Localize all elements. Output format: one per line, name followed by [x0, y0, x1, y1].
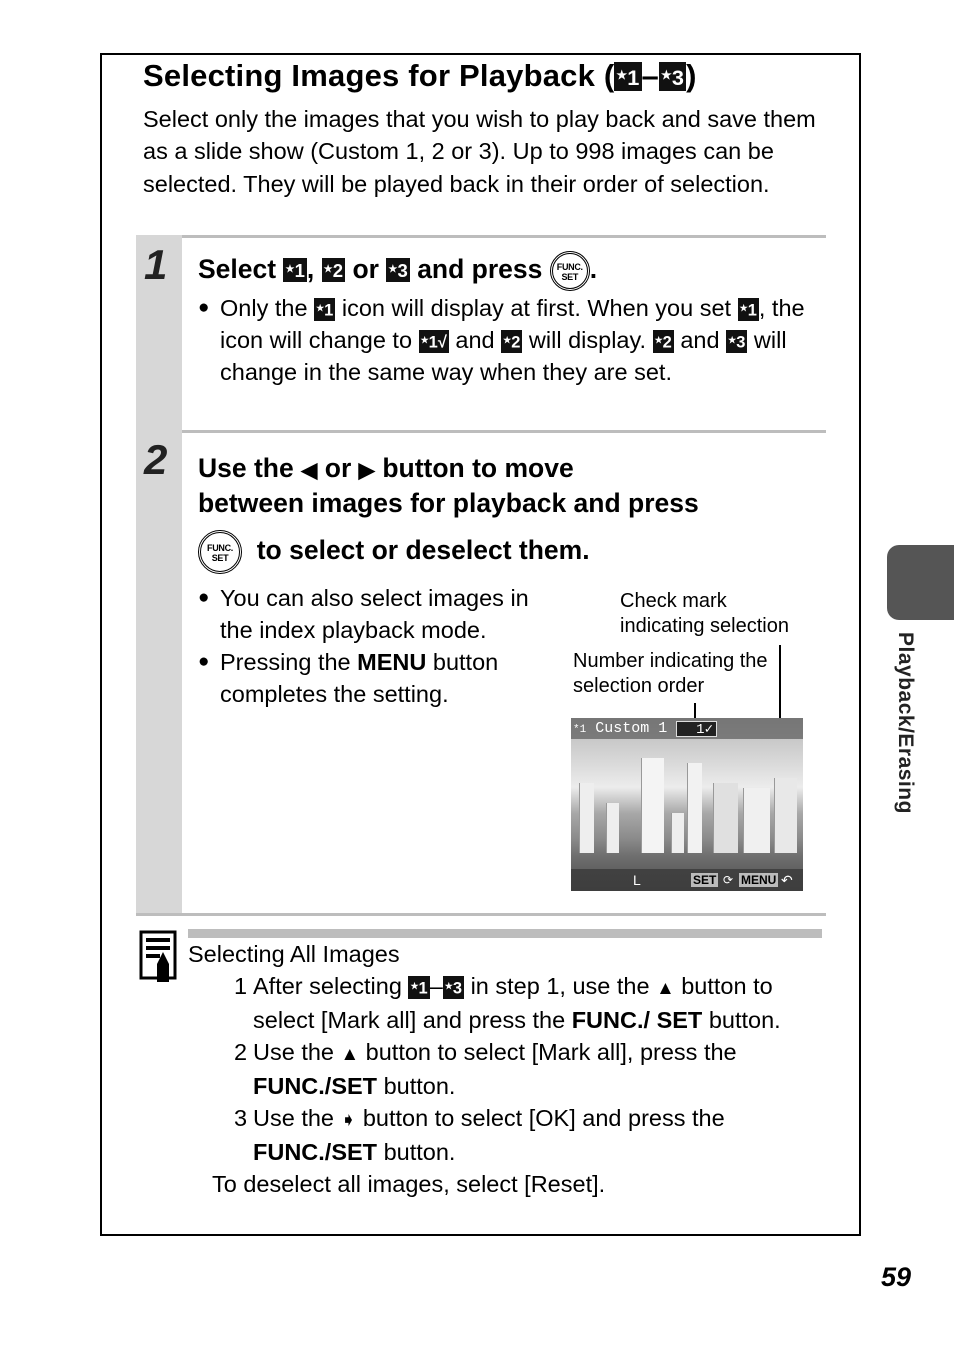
chapter-label: Playback/Erasing	[894, 632, 917, 814]
rotate-icon: ⟳	[723, 873, 734, 887]
return-icon: ↶	[781, 872, 793, 888]
custom-1-icon: ★1	[314, 297, 336, 321]
set-label: SET	[691, 873, 719, 887]
screen-mode-label: Custom 1	[595, 720, 668, 737]
custom-3-icon: ★3	[726, 329, 748, 353]
intro-paragraph: Select only the images that you wish to …	[143, 106, 816, 197]
check-mark-icon: ✓	[704, 722, 713, 738]
tip-item: 2 Use the ▲ button to select [Mark all],…	[234, 1039, 737, 1099]
custom-2-icon: ★2	[321, 257, 346, 283]
step-heading: Use the ◀ or ▶ button to move between im…	[198, 453, 699, 518]
custom-1-checked-icon: ★1√	[418, 329, 449, 353]
menu-label: MENU	[739, 873, 779, 887]
right-arrow-icon: ➧	[340, 1109, 357, 1130]
title-dash: –	[641, 58, 659, 93]
step-divider	[136, 235, 826, 238]
screen-bottom-bar: L SET ⟳ MENU ↶	[571, 869, 803, 891]
step-divider	[136, 430, 826, 433]
memo-pencil-icon	[139, 930, 177, 982]
tip-item: 3 Use the ➧ button to select [OK] and pr…	[234, 1105, 725, 1165]
step-1: 1 Select ★1, ★2 or ★3 and press FUNC. SET…	[136, 235, 826, 431]
tip-section: Selecting All Images 1 After selecting ★…	[188, 938, 828, 1200]
chapter-tab	[887, 545, 954, 620]
annotation-check-mark: Check mark indicating selection	[620, 590, 789, 637]
size-label: L	[633, 872, 641, 888]
step-heading-line3: FUNC. SET to select or deselect them.	[198, 530, 590, 574]
title-text: Selecting Images for Playback (	[143, 58, 615, 93]
bullet-menu-button: Pressing the MENU button completes the s…	[198, 646, 543, 710]
tip-item: 1 After selecting ★1– ★3 in step 1, use t…	[234, 973, 781, 1033]
custom-1-icon: ★1	[614, 61, 642, 92]
camera-screen-image: *1 Custom 1 1✓ L SET ⟳ MENU ↶	[571, 718, 803, 891]
page-number: 59	[881, 1262, 912, 1292]
custom-2-icon: ★2	[501, 329, 523, 353]
up-arrow-icon: ▲	[656, 977, 675, 998]
section-title: Selecting Images for Playback (★1– ★3)	[143, 58, 697, 94]
custom-1-icon: ★1	[283, 257, 307, 283]
custom-3-icon: ★3	[386, 257, 410, 283]
tip-footer: To deselect all images, select [Reset].	[212, 1171, 606, 1197]
up-arrow-icon: ▲	[340, 1043, 360, 1064]
screen-top-bar: *1 Custom 1 1✓	[571, 718, 803, 739]
custom-3-icon: ★3	[659, 61, 687, 92]
custom-2-icon: ★2	[652, 329, 674, 353]
custom-3-icon: ★3	[442, 975, 465, 999]
step-2-bullets: You can also select images in the index …	[198, 582, 543, 710]
step-number: 2	[144, 436, 168, 483]
step-heading: Select ★1, ★2 or ★3 and press FUNC. SET.	[198, 251, 597, 291]
func-set-button-icon: FUNC. SET	[549, 251, 590, 291]
step-number: 1	[144, 241, 168, 288]
custom-1-icon: ★1	[737, 297, 759, 321]
tip-title: Selecting All Images	[188, 941, 400, 967]
bullet-index-playback: You can also select images in the index …	[198, 582, 543, 646]
annotation-selection-order: Number indicating the selection order	[573, 650, 768, 697]
step-divider	[136, 913, 826, 916]
step-sidebar	[136, 430, 182, 914]
right-arrow-icon: ▶	[358, 459, 375, 482]
tip-bar	[188, 929, 822, 938]
left-arrow-icon: ◀	[301, 459, 318, 482]
title-close: )	[686, 58, 697, 93]
custom-1-icon: ★1	[408, 975, 430, 999]
selection-order-indicator: 1✓	[676, 721, 717, 738]
step-1-bullet: Only the ★1 icon will display at first. …	[198, 292, 820, 388]
func-set-button-icon: FUNC. SET	[198, 530, 242, 574]
